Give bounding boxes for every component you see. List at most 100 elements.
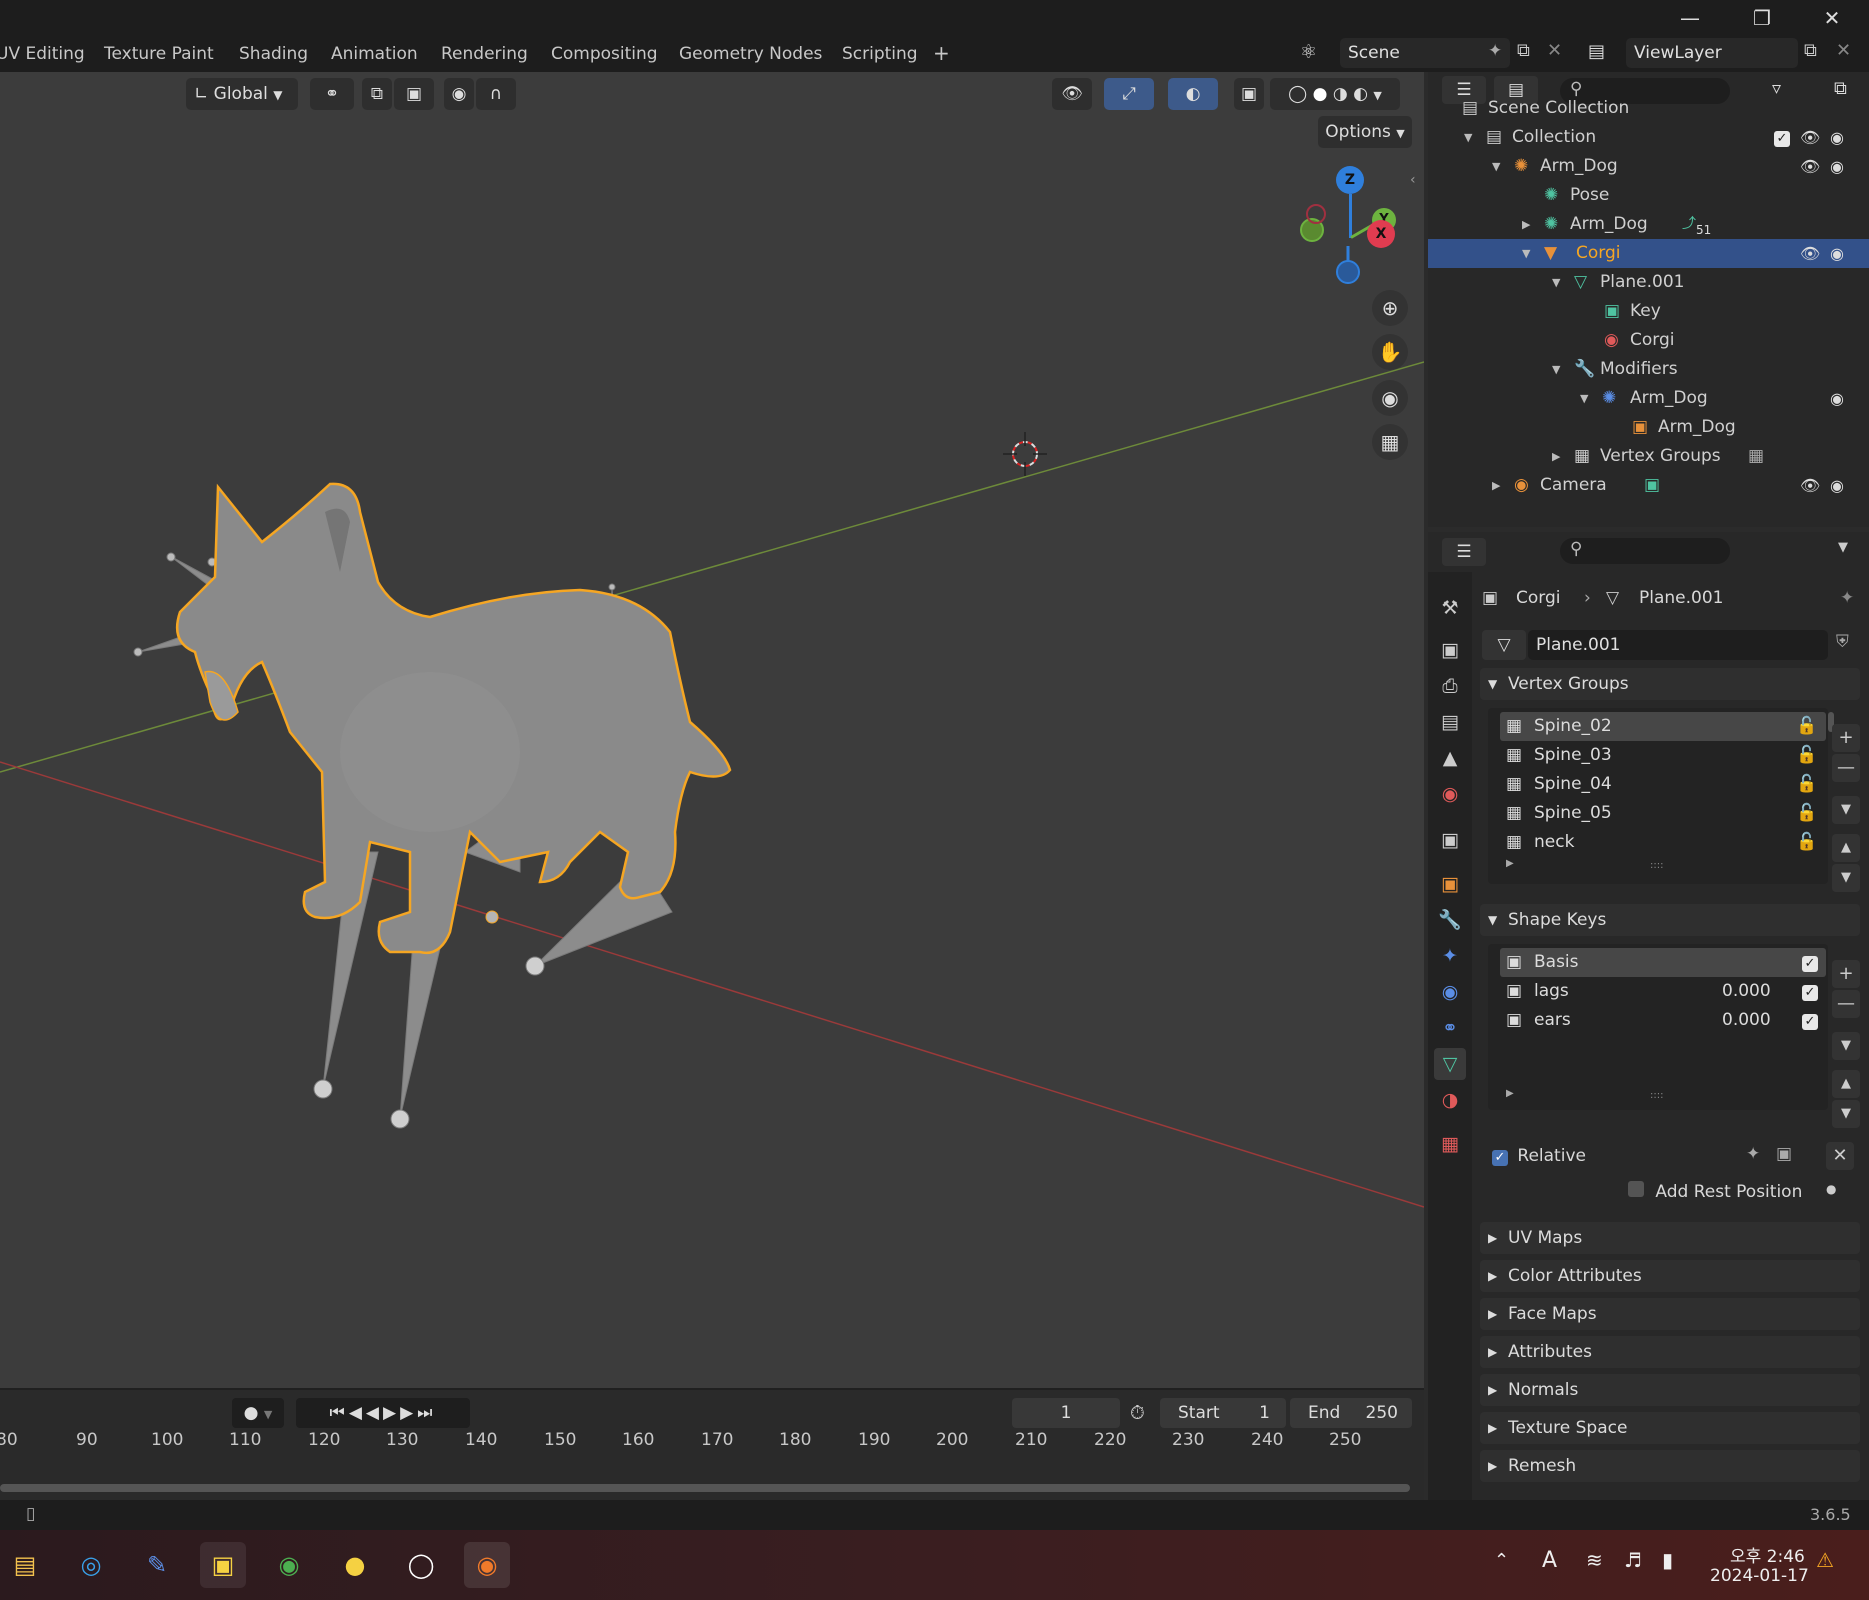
- attributes-panel-header[interactable]: ▶ Attributes: [1480, 1336, 1860, 1368]
- list-item[interactable]: ▣ Basis ✓: [1500, 948, 1826, 977]
- speaker-icon[interactable]: ♬: [1624, 1548, 1642, 1572]
- hand-pan-icon[interactable]: ✋: [1372, 334, 1408, 370]
- gizmo-neg-z-axis[interactable]: [1336, 260, 1360, 284]
- list-resize-grip[interactable]: ::::: [1650, 1090, 1663, 1101]
- render-camera-icon[interactable]: ◉: [1830, 471, 1844, 500]
- zoom-icon[interactable]: ⊕: [1372, 290, 1408, 326]
- battery-icon[interactable]: ▮: [1662, 1548, 1673, 1572]
- 3d-viewport[interactable]: ∟ Global ▼ ⚭ ⧉ ▣ ◉ ∩ 👁 ⤢ ◐ ▣ ◯ ● ◑ ◐ ▼ O…: [0, 72, 1424, 1388]
- timeline-scrollbar[interactable]: [0, 1484, 1410, 1492]
- properties-search-input[interactable]: ⚲: [1560, 538, 1730, 564]
- outliner-row[interactable]: ▶ ◉ Camera ▣ 👁 ◉: [1428, 471, 1869, 500]
- outliner-row[interactable]: ▣ Key: [1428, 297, 1869, 326]
- render-tab-icon[interactable]: ▣: [1434, 634, 1466, 666]
- lock-icon[interactable]: 🔓: [1796, 712, 1817, 741]
- scene-icon[interactable]: ⚛: [1300, 41, 1317, 63]
- list-item[interactable]: ▣ lags 0.000 ✓: [1500, 977, 1826, 1006]
- scene-tab-icon[interactable]: ▲: [1434, 742, 1466, 774]
- normals-panel-header[interactable]: ▶ Normals: [1480, 1374, 1860, 1406]
- texture-space-panel-header[interactable]: ▶ Texture Space: [1480, 1412, 1860, 1444]
- clock-date[interactable]: 2024-01-17: [1710, 1566, 1809, 1586]
- expand-icon[interactable]: ▼: [1552, 355, 1560, 384]
- object-tab-icon[interactable]: ▣: [1434, 868, 1466, 900]
- play-reverse-icon[interactable]: ◀: [366, 1403, 383, 1423]
- close-icon[interactable]: ✕: [1812, 4, 1852, 32]
- shape-key-mute-checkbox[interactable]: ✓: [1802, 948, 1818, 977]
- tab-shading[interactable]: Shading: [239, 44, 308, 64]
- world-tab-icon[interactable]: ◉: [1434, 778, 1466, 810]
- uv-maps-panel-header[interactable]: ▶ UV Maps: [1480, 1222, 1860, 1254]
- outliner-row[interactable]: ▶ ▦ Vertex Groups ▦: [1428, 442, 1869, 471]
- mesh-name-field[interactable]: Plane.001: [1528, 630, 1828, 660]
- minimize-icon[interactable]: —: [1670, 4, 1710, 32]
- view-layer-icon[interactable]: ▤: [1588, 41, 1605, 62]
- tab-texture-paint[interactable]: Texture Paint: [104, 44, 214, 64]
- outliner-row[interactable]: ▶ ✺ Arm_Dog ⤴ 51: [1428, 210, 1869, 239]
- expand-icon[interactable]: ▼: [1522, 239, 1530, 268]
- edge-browser-icon[interactable]: ◎: [68, 1542, 114, 1588]
- expand-icon[interactable]: ▼: [1464, 123, 1472, 152]
- outliner-row[interactable]: ✺ Pose: [1428, 181, 1869, 210]
- next-keyframe-icon[interactable]: ▶: [400, 1403, 417, 1423]
- vertex-group-specials-dropdown[interactable]: ▼: [1832, 796, 1860, 824]
- particles-tab-icon[interactable]: ✦: [1434, 940, 1466, 972]
- list-item[interactable]: ▦ Spine_05 🔓: [1500, 799, 1826, 828]
- remesh-panel-header[interactable]: ▶ Remesh: [1480, 1450, 1860, 1482]
- pin-icon[interactable]: ✦: [1488, 41, 1502, 61]
- delete-view-layer-icon[interactable]: ✕: [1836, 40, 1851, 61]
- list-filter-expand-icon[interactable]: ▶: [1506, 858, 1514, 869]
- wifi-icon[interactable]: ≋: [1586, 1548, 1603, 1572]
- jump-start-icon[interactable]: ⏮: [330, 1403, 349, 1423]
- pin-icon[interactable]: ✦: [1840, 588, 1854, 608]
- eye-icon[interactable]: 👁: [1800, 152, 1820, 181]
- lock-icon[interactable]: 🔓: [1796, 770, 1817, 799]
- list-item[interactable]: ▦ neck 🔓: [1500, 828, 1826, 857]
- file-explorer-icon[interactable]: ▤: [2, 1542, 48, 1588]
- expand-icon[interactable]: ▶: [1492, 471, 1500, 500]
- mesh-data-tab-icon[interactable]: ▽: [1434, 1048, 1466, 1080]
- constraints-tab-icon[interactable]: ⚭: [1434, 1012, 1466, 1044]
- stopwatch-icon[interactable]: ⏱: [1130, 1402, 1145, 1424]
- prev-keyframe-icon[interactable]: ◀: [349, 1403, 366, 1423]
- outliner-row[interactable]: ▼ ▤ Collection ✓ 👁 ◉: [1428, 123, 1869, 152]
- current-frame-field[interactable]: 1: [1012, 1398, 1120, 1428]
- move-up-button[interactable]: ▲: [1832, 1070, 1860, 1098]
- gizmo-z-axis[interactable]: Z: [1336, 166, 1364, 194]
- expand-icon[interactable]: ▼: [1552, 268, 1560, 297]
- list-item[interactable]: ▦ Spine_02 🔓: [1500, 712, 1826, 741]
- color-attributes-panel-header[interactable]: ▶ Color Attributes: [1480, 1260, 1860, 1292]
- tab-uv-editing[interactable]: UV Editing: [0, 44, 85, 64]
- modifier-tab-icon[interactable]: 🔧: [1434, 904, 1466, 936]
- render-camera-icon[interactable]: ◉: [1830, 123, 1844, 152]
- chevron-down-icon[interactable]: ▼: [1838, 540, 1848, 555]
- shape-key-specials-dropdown[interactable]: ▼: [1832, 1032, 1860, 1060]
- outliner-row[interactable]: ▼ ✺ Arm_Dog 👁 ◉: [1428, 152, 1869, 181]
- sidebar-toggle-icon[interactable]: ‹: [1410, 172, 1416, 188]
- view-layer-tab-icon[interactable]: ▤: [1434, 706, 1466, 738]
- tab-scripting[interactable]: Scripting: [842, 44, 918, 64]
- outliner-row[interactable]: ▼ 🔧 Modifiers: [1428, 355, 1869, 384]
- start-frame-field[interactable]: Start 1: [1160, 1398, 1286, 1428]
- view-layer-field[interactable]: ViewLayer: [1626, 38, 1798, 68]
- shape-key-mute-checkbox[interactable]: ✓: [1802, 1006, 1818, 1035]
- move-down-button[interactable]: ▼: [1832, 1100, 1860, 1128]
- editor-type-dropdown[interactable]: ☰: [1442, 538, 1486, 566]
- expand-icon[interactable]: ▶: [1522, 210, 1530, 239]
- new-view-layer-icon[interactable]: ⧉: [1804, 40, 1817, 61]
- add-workspace-button[interactable]: +: [933, 41, 950, 65]
- outliner-row[interactable]: ◉ Corgi: [1428, 326, 1869, 355]
- end-frame-field[interactable]: End 250: [1290, 1398, 1412, 1428]
- clear-shape-keys-button[interactable]: ✕: [1826, 1142, 1854, 1170]
- shape-key-mute-checkbox[interactable]: ✓: [1802, 977, 1818, 1006]
- gizmo-x-axis[interactable]: X: [1367, 220, 1395, 248]
- list-resize-grip[interactable]: ::::: [1650, 860, 1663, 871]
- notification-bell-icon[interactable]: ⚠: [1816, 1548, 1834, 1572]
- material-tab-icon[interactable]: ◑: [1434, 1084, 1466, 1116]
- expand-icon[interactable]: ▼: [1492, 152, 1500, 181]
- shape-key-value[interactable]: 0.000: [1722, 977, 1771, 1006]
- unreal-engine-icon[interactable]: ◯: [398, 1542, 444, 1588]
- delete-scene-icon[interactable]: ✕: [1547, 40, 1562, 61]
- outliner-row[interactable]: ▼ ✺ Arm_Dog ◉: [1428, 384, 1869, 413]
- tab-compositing[interactable]: Compositing: [551, 44, 658, 64]
- render-camera-icon[interactable]: ◉: [1830, 239, 1844, 268]
